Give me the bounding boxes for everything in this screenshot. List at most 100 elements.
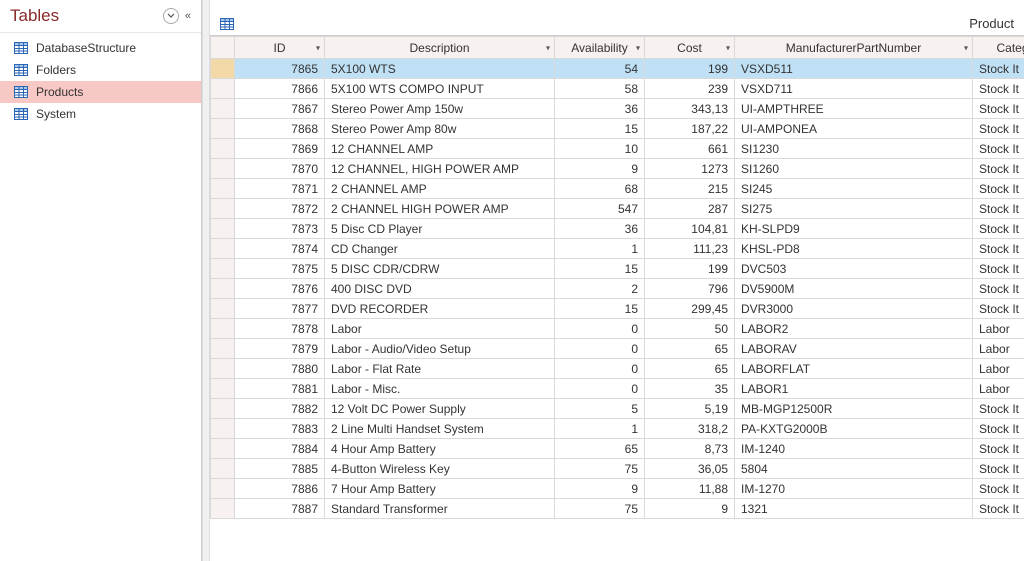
cell-cat[interactable]: Labor [973,339,1024,359]
cell-cat[interactable]: Stock It [973,259,1024,279]
cell-cat[interactable]: Stock It [973,399,1024,419]
row-selector-header[interactable] [211,37,235,59]
table-row[interactable]: 7880Labor - Flat Rate065LABORFLATLabor [211,359,1024,379]
cell-desc[interactable]: 5X100 WTS COMPO INPUT [325,79,555,99]
table-row[interactable]: 7867Stereo Power Amp 150w36343,13UI-AMPT… [211,99,1024,119]
cell-desc[interactable]: 2 CHANNEL HIGH POWER AMP [325,199,555,219]
cell-id[interactable]: 7887 [235,499,325,519]
row-selector[interactable] [211,99,235,119]
cell-cat[interactable]: Stock It [973,439,1024,459]
cell-id[interactable]: 7877 [235,299,325,319]
row-selector[interactable] [211,239,235,259]
cell-desc[interactable]: 5 Disc CD Player [325,219,555,239]
sidebar-menu-button[interactable] [163,8,179,24]
row-selector[interactable] [211,219,235,239]
cell-desc[interactable]: 400 DISC DVD [325,279,555,299]
cell-desc[interactable]: DVD RECORDER [325,299,555,319]
cell-avail[interactable]: 0 [555,319,645,339]
vertical-splitter[interactable] [202,0,210,561]
cell-avail[interactable]: 1 [555,239,645,259]
cell-cost[interactable]: 287 [645,199,735,219]
table-row[interactable]: 78735 Disc CD Player36104,81KH-SLPD9Stoc… [211,219,1024,239]
cell-id[interactable]: 7872 [235,199,325,219]
cell-avail[interactable]: 68 [555,179,645,199]
cell-id[interactable]: 7886 [235,479,325,499]
cell-desc[interactable]: 5X100 WTS [325,59,555,79]
row-selector[interactable] [211,159,235,179]
cell-cat[interactable]: Stock It [973,419,1024,439]
cell-desc[interactable]: 2 CHANNEL AMP [325,179,555,199]
cell-desc[interactable]: Labor [325,319,555,339]
cell-id[interactable]: 7884 [235,439,325,459]
cell-desc[interactable]: Labor - Flat Rate [325,359,555,379]
table-row[interactable]: 788212 Volt DC Power Supply55,19MB-MGP12… [211,399,1024,419]
cell-avail[interactable]: 547 [555,199,645,219]
cell-cost[interactable]: 343,13 [645,99,735,119]
column-header-mpn[interactable]: ManufacturerPartNumber▾ [735,37,973,59]
table-row[interactable]: 7887Standard Transformer7591321Stock It [211,499,1024,519]
cell-avail[interactable]: 9 [555,479,645,499]
cell-cat[interactable]: Stock It [973,299,1024,319]
cell-avail[interactable]: 58 [555,79,645,99]
cell-cost[interactable]: 187,22 [645,119,735,139]
cell-desc[interactable]: Standard Transformer [325,499,555,519]
cell-avail[interactable]: 9 [555,159,645,179]
cell-cost[interactable]: 1273 [645,159,735,179]
cell-avail[interactable]: 75 [555,499,645,519]
sidebar-item-databasestructure[interactable]: DatabaseStructure [0,37,201,59]
table-row[interactable]: 78844 Hour Amp Battery658,73IM-1240Stock… [211,439,1024,459]
cell-cat[interactable]: Labor [973,359,1024,379]
row-selector[interactable] [211,279,235,299]
row-selector[interactable] [211,459,235,479]
cell-avail[interactable]: 36 [555,219,645,239]
cell-avail[interactable]: 10 [555,139,645,159]
cell-cost[interactable]: 35 [645,379,735,399]
cell-avail[interactable]: 0 [555,379,645,399]
cell-desc[interactable]: 12 CHANNEL AMP [325,139,555,159]
cell-cat[interactable]: Labor [973,319,1024,339]
cell-mpn[interactable]: VSXD511 [735,59,973,79]
table-row[interactable]: 7879Labor - Audio/Video Setup065LABORAVL… [211,339,1024,359]
cell-cost[interactable]: 199 [645,59,735,79]
chevron-down-icon[interactable]: ▾ [726,43,730,52]
cell-desc[interactable]: 7 Hour Amp Battery [325,479,555,499]
chevron-down-icon[interactable]: ▾ [546,43,550,52]
cell-id[interactable]: 7874 [235,239,325,259]
cell-mpn[interactable]: SI1260 [735,159,973,179]
cell-cost[interactable]: 9 [645,499,735,519]
cell-mpn[interactable]: LABORAV [735,339,973,359]
cell-mpn[interactable]: 1321 [735,499,973,519]
row-selector[interactable] [211,419,235,439]
cell-cat[interactable]: Stock It [973,179,1024,199]
cell-cat[interactable]: Stock It [973,59,1024,79]
table-row[interactable]: 78655X100 WTS54199VSXD511Stock It [211,59,1024,79]
cell-cost[interactable]: 661 [645,139,735,159]
cell-cat[interactable]: Stock It [973,479,1024,499]
column-header-cost[interactable]: Cost▾ [645,37,735,59]
cell-mpn[interactable]: SI275 [735,199,973,219]
cell-avail[interactable]: 15 [555,299,645,319]
cell-cost[interactable]: 36,05 [645,459,735,479]
cell-cat[interactable]: Stock It [973,239,1024,259]
cell-cost[interactable]: 199 [645,259,735,279]
row-selector[interactable] [211,119,235,139]
cell-id[interactable]: 7883 [235,419,325,439]
column-header-avail[interactable]: Availability▾ [555,37,645,59]
row-selector[interactable] [211,439,235,459]
cell-cat[interactable]: Stock It [973,139,1024,159]
cell-avail[interactable]: 65 [555,439,645,459]
row-selector[interactable] [211,399,235,419]
cell-cost[interactable]: 318,2 [645,419,735,439]
cell-mpn[interactable]: KHSL-PD8 [735,239,973,259]
cell-id[interactable]: 7881 [235,379,325,399]
cell-desc[interactable]: 4-Button Wireless Key [325,459,555,479]
cell-avail[interactable]: 36 [555,99,645,119]
cell-cat[interactable]: Stock It [973,199,1024,219]
cell-id[interactable]: 7866 [235,79,325,99]
table-row[interactable]: 78832 Line Multi Handset System1318,2PA-… [211,419,1024,439]
cell-cost[interactable]: 299,45 [645,299,735,319]
cell-cat[interactable]: Stock It [973,279,1024,299]
table-row[interactable]: 7878Labor050LABOR2Labor [211,319,1024,339]
cell-id[interactable]: 7878 [235,319,325,339]
cell-cost[interactable]: 8,73 [645,439,735,459]
